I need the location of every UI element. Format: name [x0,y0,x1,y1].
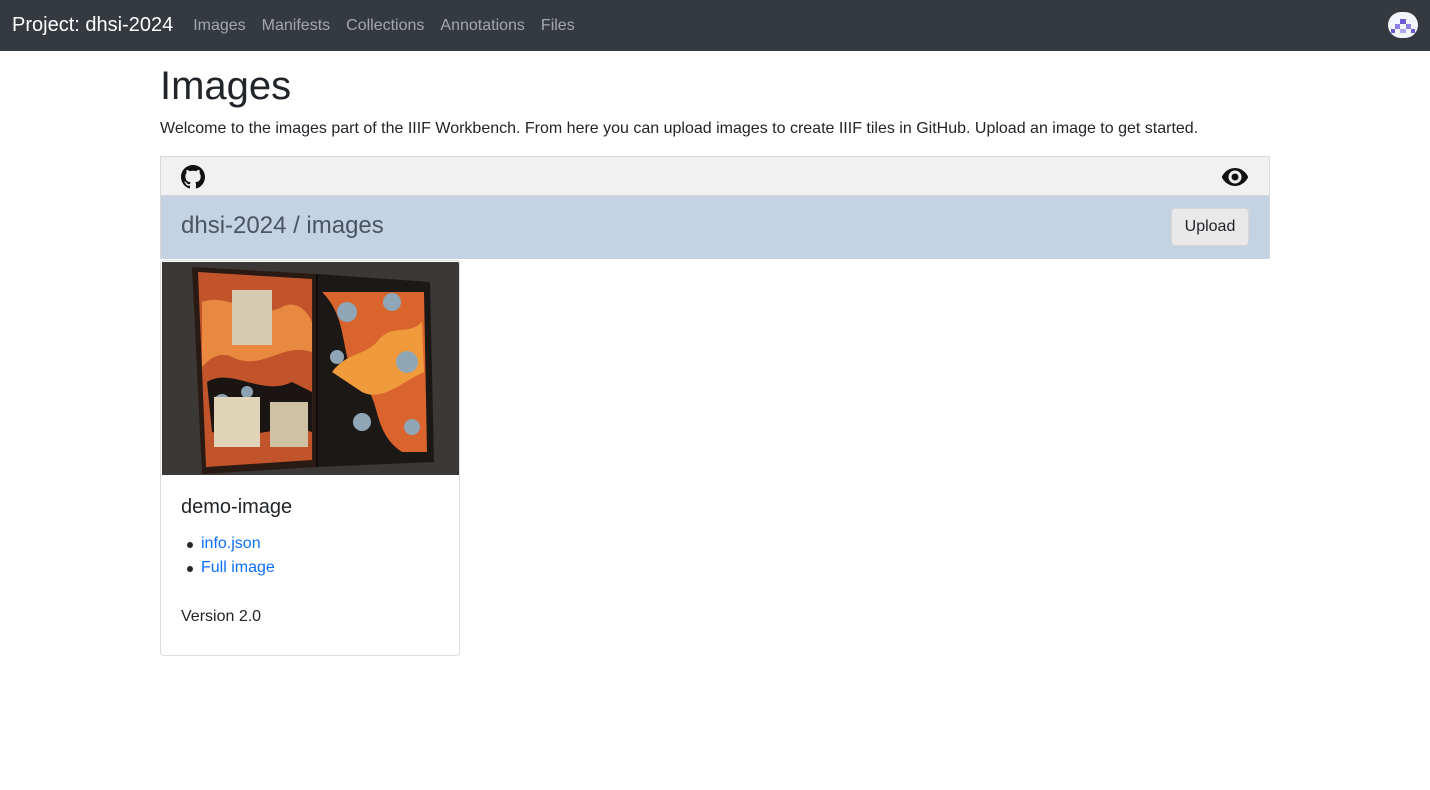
image-card: demo-image info.json Full image Version … [160,260,460,656]
upload-button[interactable]: Upload [1171,208,1249,246]
intro-text: Welcome to the images part of the IIIF W… [160,120,1199,137]
repo-title: dhsi-2024 / images [181,212,384,239]
full-image-link[interactable]: Full image [201,559,275,576]
nav-link-images[interactable]: Images [185,17,253,35]
nav-link-annotations[interactable]: Annotations [432,17,533,35]
repo-toolbar [161,157,1269,196]
repo-panel: dhsi-2024 / images Upload [160,156,1270,259]
card-links: info.json Full image [187,532,275,580]
top-navbar: Project: dhsi-2024 Images Manifests Coll… [0,0,1430,51]
info-json-link[interactable]: info.json [201,535,261,552]
list-item: Full image [187,556,275,580]
list-item: info.json [187,532,275,556]
nav-link-files[interactable]: Files [533,17,583,35]
github-icon[interactable] [181,165,205,189]
project-brand[interactable]: Project: dhsi-2024 [12,14,173,37]
image-thumbnail[interactable] [162,262,459,475]
user-avatar[interactable] [1388,12,1418,38]
repo-header: dhsi-2024 / images Upload [161,196,1269,259]
eye-icon[interactable] [1221,167,1249,187]
card-title: demo-image [181,496,293,518]
page-title: Images [160,64,292,108]
nav-link-collections[interactable]: Collections [338,17,432,35]
version-text: Version 2.0 [181,608,262,625]
nav-link-manifests[interactable]: Manifests [254,17,338,35]
